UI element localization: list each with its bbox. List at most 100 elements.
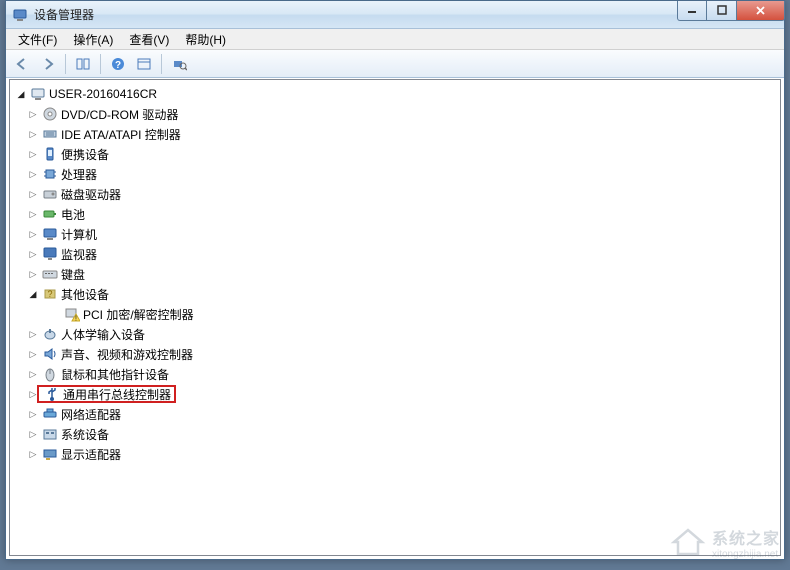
menu-action[interactable]: 操作(A)	[65, 29, 121, 50]
battery-icon	[42, 206, 58, 222]
tree-node[interactable]: ▷ 网络适配器	[10, 404, 780, 424]
collapse-icon[interactable]: ◢	[26, 287, 40, 301]
svg-text:?: ?	[115, 60, 121, 71]
disk-drive-icon	[42, 186, 58, 202]
forward-button[interactable]	[36, 53, 60, 75]
mouse-icon	[42, 366, 58, 382]
tree-node[interactable]: ▷ 人体学输入设备	[10, 324, 780, 344]
menubar: 文件(F) 操作(A) 查看(V) 帮助(H)	[6, 29, 784, 50]
node-label: DVD/CD-ROM 驱动器	[61, 106, 178, 123]
svg-text:!: !	[75, 316, 77, 323]
tree-node[interactable]: ▷ 系统设备	[10, 424, 780, 444]
other-device-icon: ?	[42, 286, 58, 302]
properties-button[interactable]	[132, 53, 156, 75]
back-button[interactable]	[10, 53, 34, 75]
keyboard-icon	[42, 266, 58, 282]
toolbar: ?	[6, 50, 784, 78]
monitor-icon	[42, 246, 58, 262]
tree-root-node[interactable]: ◢ USER-20160416CR	[10, 84, 780, 104]
expand-icon[interactable]: ▷	[26, 207, 40, 221]
menu-file[interactable]: 文件(F)	[10, 29, 65, 50]
menu-help[interactable]: 帮助(H)	[177, 29, 234, 50]
tree-node[interactable]: ▷电池	[10, 204, 780, 224]
tree-node[interactable]: ▷ 磁盘驱动器	[10, 184, 780, 204]
expand-icon[interactable]: ▷	[26, 107, 40, 121]
expand-icon[interactable]: ▷	[26, 147, 40, 161]
portable-device-icon	[42, 146, 58, 162]
expand-icon[interactable]: ▷	[26, 267, 40, 281]
warning-device-icon: !	[64, 306, 80, 322]
expand-icon[interactable]: ▷	[26, 127, 40, 141]
node-label: 计算机	[61, 226, 97, 243]
titlebar[interactable]: 设备管理器	[6, 1, 784, 29]
device-tree[interactable]: ◢ USER-20160416CR ▷ DVD/CD-ROM 驱动器 ▷ IDE ATA/…	[9, 79, 781, 556]
node-label: 通用串行总线控制器	[63, 386, 171, 403]
expander-empty	[48, 307, 62, 321]
tree-node[interactable]: ◢? 其他设备	[10, 284, 780, 304]
window-title: 设备管理器	[34, 6, 677, 23]
tree-node[interactable]: ▷通用串行总线控制器	[10, 384, 780, 404]
node-label: 监视器	[61, 246, 97, 263]
toolbar-separator	[100, 54, 101, 74]
node-label: 人体学输入设备	[61, 326, 145, 343]
highlight-box: 通用串行总线控制器	[37, 385, 176, 403]
root-label: USER-20160416CR	[49, 87, 157, 101]
show-hide-tree-button[interactable]	[71, 53, 95, 75]
node-label: PCI 加密/解密控制器	[83, 306, 194, 323]
disc-drive-icon	[42, 106, 58, 122]
node-label: 声音、视频和游戏控制器	[61, 346, 193, 363]
close-button[interactable]	[737, 1, 785, 21]
tree-node[interactable]: ▷ DVD/CD-ROM 驱动器	[10, 104, 780, 124]
node-label: IDE ATA/ATAPI 控制器	[61, 126, 181, 143]
menu-view[interactable]: 查看(V)	[121, 29, 177, 50]
computer-icon	[42, 226, 58, 242]
tree-node[interactable]: ▷ IDE ATA/ATAPI 控制器	[10, 124, 780, 144]
node-label: 便携设备	[61, 146, 109, 163]
node-label: 显示适配器	[61, 446, 121, 463]
svg-text:?: ?	[47, 289, 52, 299]
expand-icon[interactable]: ▷	[26, 347, 40, 361]
expand-icon[interactable]: ▷	[26, 187, 40, 201]
node-label: 鼠标和其他指针设备	[61, 366, 169, 383]
tree-child-node[interactable]: ! PCI 加密/解密控制器	[10, 304, 780, 324]
node-label: 处理器	[61, 166, 97, 183]
help-button[interactable]: ?	[106, 53, 130, 75]
app-icon	[12, 7, 28, 23]
tree-node[interactable]: ▷ 便携设备	[10, 144, 780, 164]
node-label: 系统设备	[61, 426, 109, 443]
display-adapter-icon	[42, 446, 58, 462]
tree-node[interactable]: ▷ 声音、视频和游戏控制器	[10, 344, 780, 364]
usb-icon	[44, 386, 60, 402]
expand-icon[interactable]: ▷	[26, 247, 40, 261]
expand-icon[interactable]: ▷	[26, 327, 40, 341]
hid-icon	[42, 326, 58, 342]
network-icon	[42, 406, 58, 422]
system-device-icon	[42, 426, 58, 442]
tree-node[interactable]: ▷ 显示适配器	[10, 444, 780, 464]
device-manager-window: 设备管理器 文件(F) 操作(A) 查看(V) 帮助(H) ? ◢ USER-20…	[5, 0, 785, 560]
maximize-button[interactable]	[707, 1, 737, 21]
tree-node[interactable]: ▷ 鼠标和其他指针设备	[10, 364, 780, 384]
tree-node[interactable]: ▷ 计算机	[10, 224, 780, 244]
toolbar-separator	[161, 54, 162, 74]
expand-icon[interactable]: ▷	[26, 447, 40, 461]
processor-icon	[42, 166, 58, 182]
node-label: 键盘	[61, 266, 85, 283]
scan-hardware-button[interactable]	[167, 53, 191, 75]
tree-node[interactable]: ▷ 处理器	[10, 164, 780, 184]
node-label: 磁盘驱动器	[61, 186, 121, 203]
collapse-icon[interactable]: ◢	[14, 87, 28, 101]
expand-icon[interactable]: ▷	[26, 227, 40, 241]
tree-node[interactable]: ▷ 键盘	[10, 264, 780, 284]
expand-icon[interactable]: ▷	[26, 167, 40, 181]
minimize-button[interactable]	[677, 1, 707, 21]
expand-icon[interactable]: ▷	[26, 407, 40, 421]
sound-icon	[42, 346, 58, 362]
tree-node[interactable]: ▷ 监视器	[10, 244, 780, 264]
node-label: 其他设备	[61, 286, 109, 303]
window-controls	[677, 1, 785, 21]
node-label: 网络适配器	[61, 406, 121, 423]
computer-root-icon	[30, 86, 46, 102]
expand-icon[interactable]: ▷	[26, 427, 40, 441]
expand-icon[interactable]: ▷	[26, 367, 40, 381]
